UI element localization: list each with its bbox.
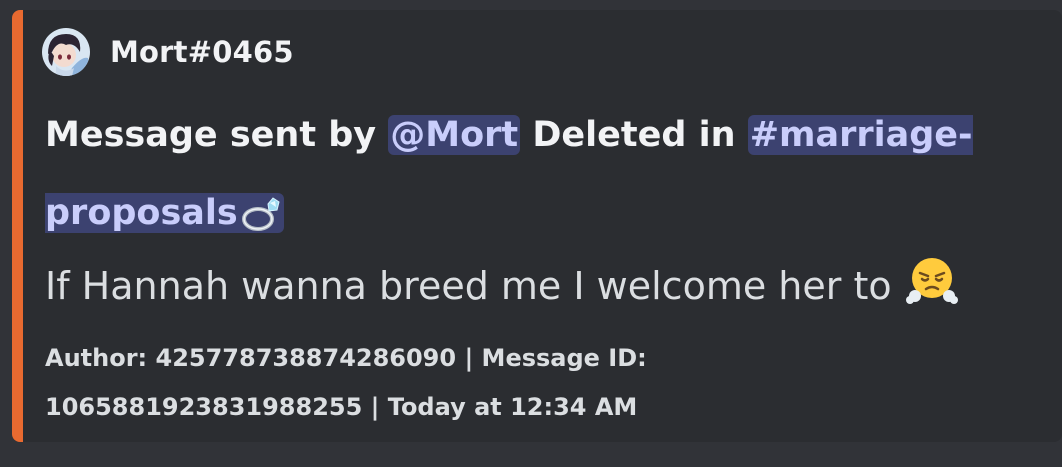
- embed-title: Message sent by @Mort Deleted in #marria…: [45, 96, 1045, 260]
- user-mention[interactable]: @Mort: [388, 115, 521, 155]
- author-name[interactable]: Mort#0465: [110, 35, 294, 69]
- message-embed: Mort#0465 Message sent by @Mort Deleted …: [12, 10, 1062, 442]
- title-prefix: Message sent by: [45, 115, 389, 155]
- avatar[interactable]: [42, 28, 90, 76]
- embed-description: If Hannah wanna breed me I welcome her t…: [45, 254, 958, 318]
- embed-author: Mort#0465: [42, 28, 294, 76]
- description-text: If Hannah wanna breed me I welcome her t…: [45, 264, 892, 308]
- embed-accent-bar: [12, 10, 23, 442]
- embed-footer: Author: 425778738874286090 | Message ID:…: [45, 344, 647, 421]
- face-with-steam-icon: [905, 254, 958, 318]
- title-middle: Deleted in: [520, 115, 748, 155]
- ring-icon: [240, 182, 282, 260]
